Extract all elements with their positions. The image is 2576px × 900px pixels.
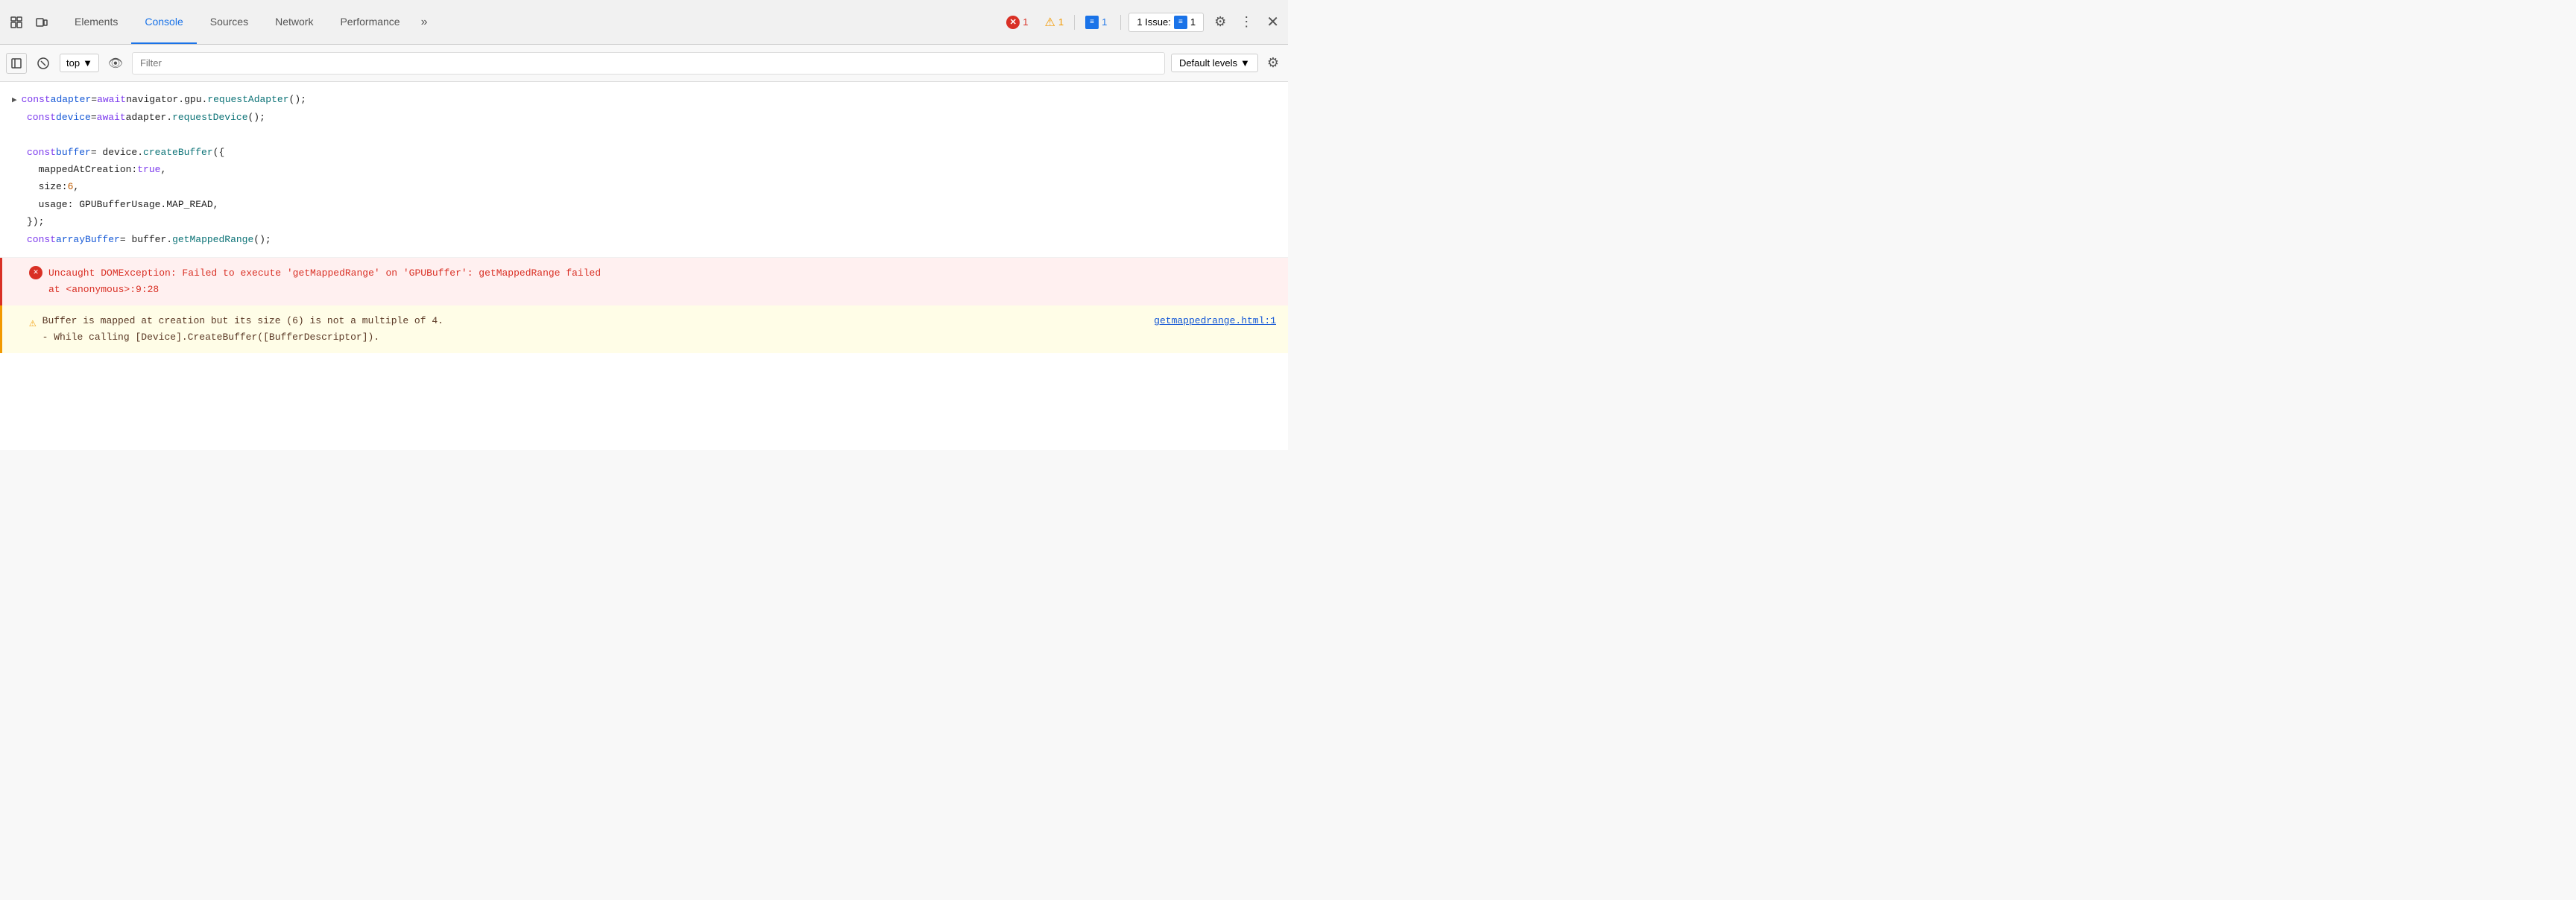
expand-arrow[interactable]: ▶ [12,94,17,109]
error-circle-icon: ✕ [1006,16,1020,29]
log-levels-dropdown[interactable]: Default levels ▼ [1171,54,1258,72]
tab-network[interactable]: Network [262,0,326,44]
sidebar-toggle-button[interactable] [6,53,27,74]
badge-divider [1074,15,1075,30]
top-toolbar: Elements Console Sources Network Perform… [0,0,1288,45]
error-message-icon: ✕ [29,266,42,279]
console-settings-gear-icon[interactable]: ⚙ [1264,52,1282,74]
console-toolbar: top ▼ 👁 Default levels ▼ ⚙ [0,45,1288,82]
badge-group: ✕ 1 ⚠ 1 ≡ 1 [1000,13,1113,32]
tab-performance[interactable]: Performance [326,0,413,44]
settings-gear-icon[interactable]: ⚙ [1211,11,1229,33]
warning-triangle-icon: ⚠ [1045,15,1055,30]
toolbar-device-icons [6,12,52,33]
issues-badge[interactable]: 1 Issue: ≡ 1 [1128,13,1204,32]
device-toolbar-button[interactable] [31,12,52,33]
issues-info-icon: ≡ [1174,16,1187,29]
code-line-4: mappedAtCreation: true , [27,161,1276,178]
filter-input[interactable] [132,52,1165,75]
main-tab-list: Elements Console Sources Network Perform… [61,0,435,44]
levels-dropdown-arrow: ▼ [1240,57,1250,69]
clear-console-button[interactable] [33,53,54,74]
code-line-7: }); [27,213,1276,230]
error-badge[interactable]: ✕ 1 [1000,13,1034,31]
warning-row-main: Buffer is mapped at creation but its siz… [42,313,1276,329]
close-devtools-button[interactable]: ✕ [1263,10,1282,34]
code-line-blank [27,126,1276,143]
warning-text-sub: - While calling [Device].CreateBuffer([B… [42,329,1276,346]
console-content: ▶ const adapter = await navigator.gpu. r… [0,82,1288,450]
error-message: ✕ Uncaught DOMException: Failed to execu… [0,258,1288,305]
inspect-element-button[interactable] [6,12,27,33]
context-selector[interactable]: top ▼ [60,54,99,72]
code-line-2: const device = await adapter. requestDev… [27,109,1276,126]
warning-badge[interactable]: ⚠ 1 [1039,13,1070,32]
warning-text-main: Buffer is mapped at creation but its siz… [42,313,443,329]
warning-source-link[interactable]: getmappedrange.html:1 [1154,313,1276,329]
warning-message: ⚠ Buffer is mapped at creation but its s… [0,305,1288,353]
info-square-icon: ≡ [1085,16,1099,29]
code-block: ▶ const adapter = await navigator.gpu. r… [0,82,1288,258]
code-line-3: const buffer = device. createBuffer ({ [27,144,1276,161]
error-text-main: Uncaught DOMException: Failed to execute… [48,265,601,282]
tab-console[interactable]: Console [131,0,196,44]
context-dropdown-arrow: ▼ [83,57,92,69]
code-line-1: ▶ const adapter = await navigator.gpu. r… [27,91,1276,109]
warning-message-icon: ⚠ [29,314,37,334]
code-line-6: usage: GPUBufferUsage.MAP_READ, [27,196,1276,213]
code-line-5: size: 6 , [27,178,1276,195]
badge-divider-2 [1120,15,1121,30]
kebab-menu-button[interactable]: ⋮ [1237,11,1256,33]
show-live-expression-button[interactable]: 👁 [105,53,126,74]
toolbar-right: ✕ 1 ⚠ 1 ≡ 1 1 Issue: ≡ 1 ⚙ ⋮ ✕ [1000,10,1282,34]
tab-sources[interactable]: Sources [197,0,262,44]
tab-elements[interactable]: Elements [61,0,131,44]
error-text-location: at <anonymous>:9:28 [48,282,601,298]
more-tabs-button[interactable]: » [414,0,435,44]
code-line-8: const arrayBuffer = buffer. getMappedRan… [27,231,1276,248]
info-badge[interactable]: ≡ 1 [1079,13,1113,31]
